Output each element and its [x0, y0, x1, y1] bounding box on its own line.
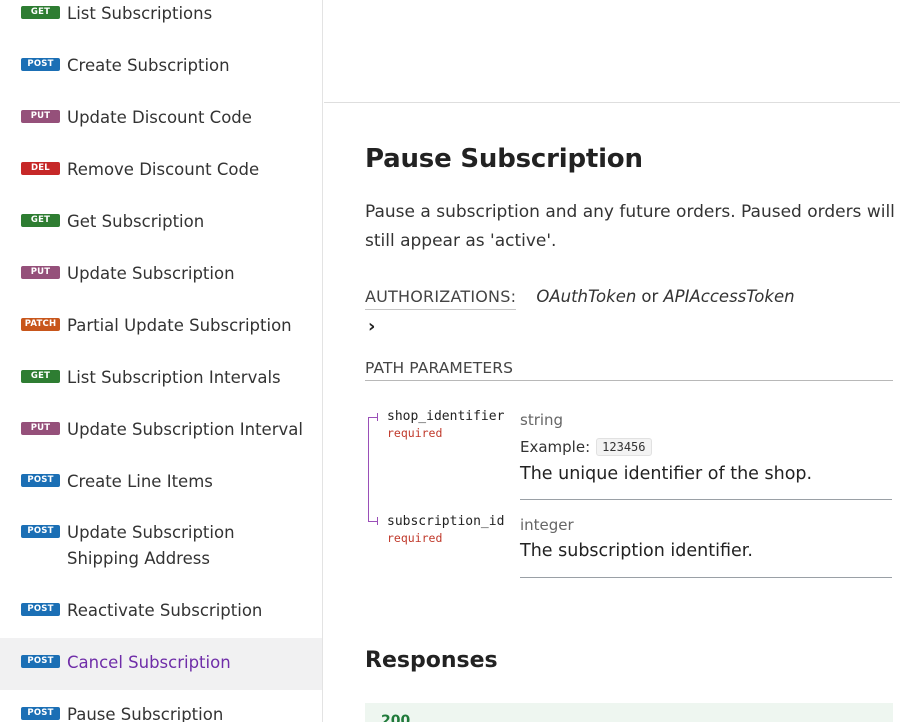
- param-tree-cap: [377, 517, 378, 525]
- method-badge-patch: PATCH: [21, 318, 60, 331]
- sidebar-item-remove-discount-code[interactable]: DEL Remove Discount Code: [0, 157, 322, 183]
- response-code: 200: [381, 713, 411, 722]
- sidebar-item-label: List Subscriptions: [67, 4, 213, 23]
- sidebar-nav: GET List Subscriptions POST Create Subsc…: [0, 0, 323, 722]
- sidebar-item-label: Reactivate Subscription: [67, 601, 263, 620]
- sidebar-item-label: Remove Discount Code: [67, 160, 260, 179]
- sidebar-item-get-subscription[interactable]: GET Get Subscription: [0, 209, 322, 235]
- sidebar-item-partial-update-subscription[interactable]: PATCH Partial Update Subscription: [0, 313, 322, 339]
- param-tree-line: [368, 417, 369, 521]
- sidebar-item-list-subscriptions[interactable]: GET List Subscriptions: [0, 1, 322, 27]
- param-required-badge: required: [387, 531, 443, 545]
- sidebar-item-cancel-subscription[interactable]: POST Cancel Subscription: [0, 638, 322, 690]
- param-name-shop-identifier: shop_identifier: [387, 409, 505, 424]
- auth-token-oauth: OAuthToken: [536, 287, 637, 306]
- operation-description: Pause a subscription and any future orde…: [365, 202, 895, 251]
- operation-content: Pause Subscription Pause a subscription …: [324, 0, 900, 722]
- sidebar-item-create-subscription[interactable]: POST Create Subscription: [0, 53, 322, 79]
- method-badge-post: POST: [21, 603, 60, 616]
- sidebar-item-list-subscription-intervals[interactable]: GET List Subscription Intervals: [0, 365, 322, 391]
- sidebar-item-create-line-items[interactable]: POST Create Line Items: [0, 469, 322, 495]
- section-divider: [324, 102, 900, 103]
- method-badge-get: GET: [21, 6, 60, 19]
- sidebar-item-update-subscription-interval[interactable]: PUT Update Subscription Interval: [0, 417, 322, 443]
- responses-title: Responses: [365, 648, 498, 673]
- method-badge-post: POST: [21, 525, 60, 538]
- method-badge-post: POST: [21, 707, 60, 720]
- sidebar-item-label: Update Subscription Shipping Address: [67, 523, 235, 568]
- page-title: Pause Subscription: [365, 144, 643, 174]
- sidebar-item-label: Pause Subscription: [67, 705, 224, 722]
- sidebar-item-label: Get Subscription: [67, 212, 205, 231]
- authorizations-label: AUTHORIZATIONS:: [365, 287, 517, 310]
- param-required-badge: required: [387, 426, 443, 440]
- param-type: integer: [520, 516, 574, 534]
- param-divider: [520, 577, 892, 578]
- sidebar-item-label: Create Line Items: [67, 472, 213, 491]
- sidebar-item-update-subscription-shipping-address[interactable]: POST Update Subscription Shipping Addres…: [0, 520, 322, 572]
- method-badge-del: DEL: [21, 162, 60, 175]
- sidebar-item-update-discount-code[interactable]: PUT Update Discount Code: [0, 105, 322, 131]
- method-badge-post: POST: [21, 474, 60, 487]
- method-badge-put: PUT: [21, 422, 60, 435]
- auth-or-text: or: [641, 287, 659, 306]
- param-example: Example: 123456: [520, 438, 652, 456]
- param-type: string: [520, 411, 564, 429]
- path-parameters-divider: [365, 380, 893, 381]
- sidebar-item-label: Create Subscription: [67, 56, 230, 75]
- method-badge-put: PUT: [21, 266, 60, 279]
- sidebar-item-label: Update Discount Code: [67, 108, 252, 127]
- sidebar-item-reactivate-subscription[interactable]: POST Reactivate Subscription: [0, 598, 322, 624]
- method-badge-post: POST: [21, 58, 60, 71]
- chevron-right-icon[interactable]: ›: [368, 316, 375, 337]
- response-200-toggle[interactable]: 200: [365, 703, 893, 722]
- sidebar-item-label: Update Subscription: [67, 264, 235, 283]
- sidebar-item-pause-subscription[interactable]: POST Pause Subscription: [0, 702, 322, 722]
- param-name-subscription-id: subscription_id: [387, 514, 505, 529]
- param-description: The subscription identifier.: [520, 541, 753, 561]
- example-value: 123456: [596, 438, 652, 456]
- sidebar-item-label: Cancel Subscription: [67, 653, 231, 672]
- method-badge-get: GET: [21, 214, 60, 227]
- path-parameters-title: PATH PARAMETERS: [365, 359, 514, 377]
- param-divider: [520, 499, 892, 500]
- example-label: Example:: [520, 438, 591, 456]
- auth-token-apiaccess: APIAccessToken: [663, 287, 795, 306]
- method-badge-put: PUT: [21, 110, 60, 123]
- param-tree-cap: [377, 413, 378, 421]
- sidebar-item-label: List Subscription Intervals: [67, 368, 281, 387]
- method-badge-get: GET: [21, 370, 60, 383]
- param-description: The unique identifier of the shop.: [520, 464, 813, 484]
- authorizations-row: AUTHORIZATIONS: OAuthToken or APIAccessT…: [365, 287, 795, 310]
- sidebar-item-label: Update Subscription Interval: [67, 420, 303, 439]
- sidebar-item-update-subscription[interactable]: PUT Update Subscription: [0, 261, 322, 287]
- method-badge-post: POST: [21, 655, 60, 668]
- sidebar-item-label: Partial Update Subscription: [67, 316, 292, 335]
